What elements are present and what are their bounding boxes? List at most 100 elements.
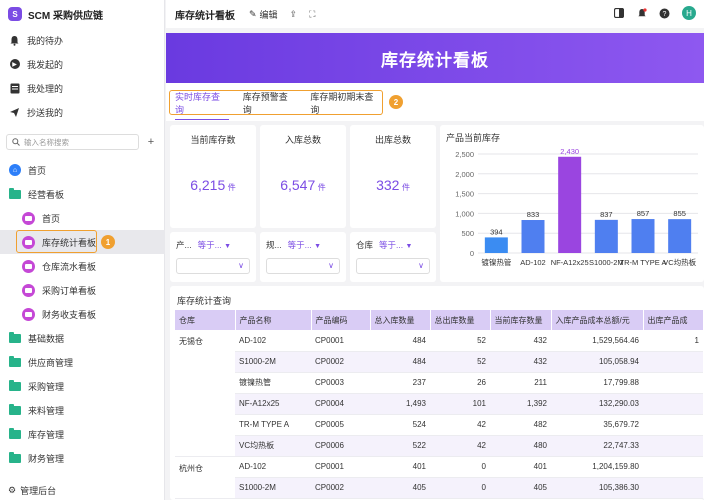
quick-item-todo[interactable]: 我的待办 bbox=[0, 28, 164, 52]
filter-field: 规... bbox=[266, 240, 282, 250]
caret-down-icon: ▼ bbox=[314, 243, 321, 250]
folder-icon bbox=[9, 379, 21, 391]
table-cell: 105,386.30 bbox=[551, 477, 643, 499]
edit-button[interactable]: ✎ 编辑 bbox=[249, 8, 278, 21]
folder-icon bbox=[9, 331, 21, 343]
table-row[interactable]: 镀镍热管 CP0003 237 26 211 17,799.88 bbox=[175, 372, 703, 394]
filter-select[interactable]: ∨ bbox=[266, 258, 340, 274]
nav-item-dashboard-home[interactable]: 首页 bbox=[0, 206, 165, 230]
filter-operator-label: 等于... bbox=[287, 240, 312, 250]
edit-label: 编辑 bbox=[259, 9, 278, 20]
notification-bell-icon[interactable] bbox=[636, 7, 647, 19]
table-cell: CP0002 bbox=[311, 477, 370, 499]
play-icon: ▶ bbox=[9, 59, 20, 70]
tab-opening-closing[interactable]: 库存期初期末查询 bbox=[310, 90, 382, 116]
share-icon[interactable]: ⇪ bbox=[290, 9, 298, 20]
folder-icon bbox=[9, 451, 21, 463]
nav-folder-suppliers[interactable]: 供应商管理 bbox=[0, 350, 165, 374]
help-icon[interactable]: ? bbox=[659, 8, 670, 19]
nav-group-dashboards[interactable]: 经营看板 bbox=[0, 182, 165, 206]
table-row[interactable]: 杭州仓 AD-102 CP0001 401 0 401 1,204,159.80 bbox=[175, 456, 703, 499]
search-placeholder: 输入名称搜索 bbox=[24, 137, 69, 147]
x-tick-label: NF-A12x25 bbox=[551, 258, 589, 267]
doc-icon bbox=[9, 83, 20, 94]
table-row[interactable]: S1000-2M CP0002 405 0 405 105,386.30 bbox=[175, 477, 703, 499]
nav-item-finance[interactable]: 财务收支看板 bbox=[0, 302, 165, 326]
filter-operator-label: 等于... bbox=[197, 240, 222, 250]
nav-folder-finance[interactable]: 财务管理 bbox=[0, 446, 165, 470]
filter-operator[interactable]: 等于... ▼ bbox=[198, 239, 250, 251]
nav-item-purchase-orders[interactable]: 采购订单看板 bbox=[0, 278, 165, 302]
quick-item-processed[interactable]: 我处理的 bbox=[0, 76, 164, 100]
nav-folder-basic-data[interactable]: 基础数据 bbox=[0, 326, 165, 350]
add-button[interactable]: + bbox=[144, 134, 158, 150]
column-header[interactable]: 总出库数量 bbox=[430, 310, 491, 330]
table-row[interactable]: VC均热板 CP0006 522 42 480 22,747.33 bbox=[175, 435, 703, 457]
table-cell: 0 bbox=[430, 477, 490, 499]
folder-icon bbox=[9, 427, 21, 439]
chat-icon bbox=[22, 307, 35, 321]
table-cell: S1000-2M bbox=[235, 351, 311, 373]
stat-number: 6,215 bbox=[190, 177, 226, 193]
tab-inventory-warning[interactable]: 库存预警查询 bbox=[243, 90, 297, 116]
nav-item-warehouse-flow[interactable]: 仓库流水看板 bbox=[0, 254, 165, 278]
table-cell bbox=[643, 435, 703, 457]
column-header[interactable]: 产品编码 bbox=[311, 310, 371, 330]
chat-icon bbox=[22, 259, 35, 273]
layout-icon[interactable] bbox=[613, 8, 624, 19]
nav-folder-purchasing[interactable]: 采购管理 bbox=[0, 374, 165, 398]
search-input[interactable]: 输入名称搜索 bbox=[6, 134, 139, 150]
table-row[interactable]: 无锡仓 AD-102 CP0001 484 52 432 1,529,564.46 1 bbox=[175, 330, 703, 457]
admin-link[interactable]: ⚙ 管理后台 bbox=[8, 484, 56, 497]
table-cell: 101 bbox=[430, 393, 490, 415]
filter-select[interactable]: ∨ bbox=[356, 258, 430, 274]
filter-operator[interactable]: 等于... ▼ bbox=[379, 239, 430, 251]
stat-number: 332 bbox=[376, 177, 400, 193]
table-cell: 401 bbox=[370, 456, 430, 478]
filter-select[interactable]: ∨ bbox=[176, 258, 250, 274]
fullscreen-icon[interactable]: ⛶ bbox=[309, 9, 315, 20]
column-header[interactable]: 仓库 bbox=[175, 310, 236, 330]
topbar: 库存统计看板 ✎ 编辑 ⇪ ⛶ ? H bbox=[166, 0, 704, 28]
column-header[interactable]: 总入库数量 bbox=[370, 310, 431, 330]
inventory-table: 仓库 产品名称 产品编码 总入库数量 总出库数量 当前库存数量 入库产品成本总额/元 出库产品… bbox=[175, 310, 704, 499]
column-header[interactable]: 出库产品成 bbox=[643, 310, 704, 330]
nav-item-label: 财务收支看板 bbox=[42, 309, 97, 320]
tab-realtime-inventory[interactable]: 实时库存查询 bbox=[175, 90, 229, 120]
brand[interactable]: S SCM 采购供应链 bbox=[0, 0, 164, 28]
folder-icon bbox=[9, 355, 21, 367]
column-header[interactable]: 入库产品成本总额/元 bbox=[551, 310, 644, 330]
chat-icon bbox=[22, 211, 35, 225]
table-row[interactable]: NF-A12x25 CP0004 1,493 101 1,392 132,290.03 bbox=[175, 393, 703, 415]
table-cell: 237 bbox=[370, 372, 430, 394]
y-tick-label: 2,500 bbox=[455, 150, 474, 159]
table-cell: AD-102 bbox=[235, 330, 311, 352]
table-row[interactable]: S1000-2M CP0002 484 52 432 105,058.94 bbox=[175, 351, 703, 373]
nav-folder-incoming[interactable]: 来料管理 bbox=[0, 398, 165, 422]
chevron-down-icon: ∨ bbox=[328, 261, 334, 270]
quick-item-initiated[interactable]: ▶ 我发起的 bbox=[0, 52, 164, 76]
brand-name: SCM 采购供应链 bbox=[28, 10, 103, 22]
column-header[interactable]: 产品名称 bbox=[235, 310, 312, 330]
quick-item-label: 我发起的 bbox=[27, 59, 64, 70]
bar-chart: 0 500 1,000 1,500 2,000 2,500 394 镀镍热管 833 AD-102… bbox=[455, 147, 698, 267]
step-badge-1: 1 bbox=[101, 235, 115, 249]
caret-down-icon: ▼ bbox=[405, 243, 413, 250]
nav-folder-inventory[interactable]: 库存管理 bbox=[0, 422, 165, 446]
table-cell: 522 bbox=[370, 435, 430, 457]
table-cell: 432 bbox=[490, 330, 551, 352]
column-header[interactable]: 当前库存数量 bbox=[490, 310, 552, 330]
nav-item-label: 来料管理 bbox=[28, 405, 65, 416]
table-row[interactable]: TR-M TYPE A CP0005 524 42 482 35,679.72 bbox=[175, 414, 703, 436]
filter-field: 仓库 bbox=[356, 240, 374, 250]
table-title: 库存统计查询 bbox=[177, 296, 232, 306]
highlight-box-nav bbox=[16, 230, 97, 253]
stat-value: 6,215 件 bbox=[170, 177, 256, 193]
nav-item-home[interactable]: ⌂ 首页 bbox=[0, 158, 165, 182]
stat-label: 入库总数 bbox=[284, 135, 321, 145]
stat-value: 6,547 件 bbox=[260, 177, 346, 193]
avatar[interactable]: H bbox=[682, 6, 696, 20]
filter-operator[interactable]: 等于... ▼ bbox=[288, 239, 340, 251]
quick-item-cc[interactable]: 抄送我的 bbox=[0, 100, 164, 124]
table-cell: 42 bbox=[430, 414, 490, 436]
